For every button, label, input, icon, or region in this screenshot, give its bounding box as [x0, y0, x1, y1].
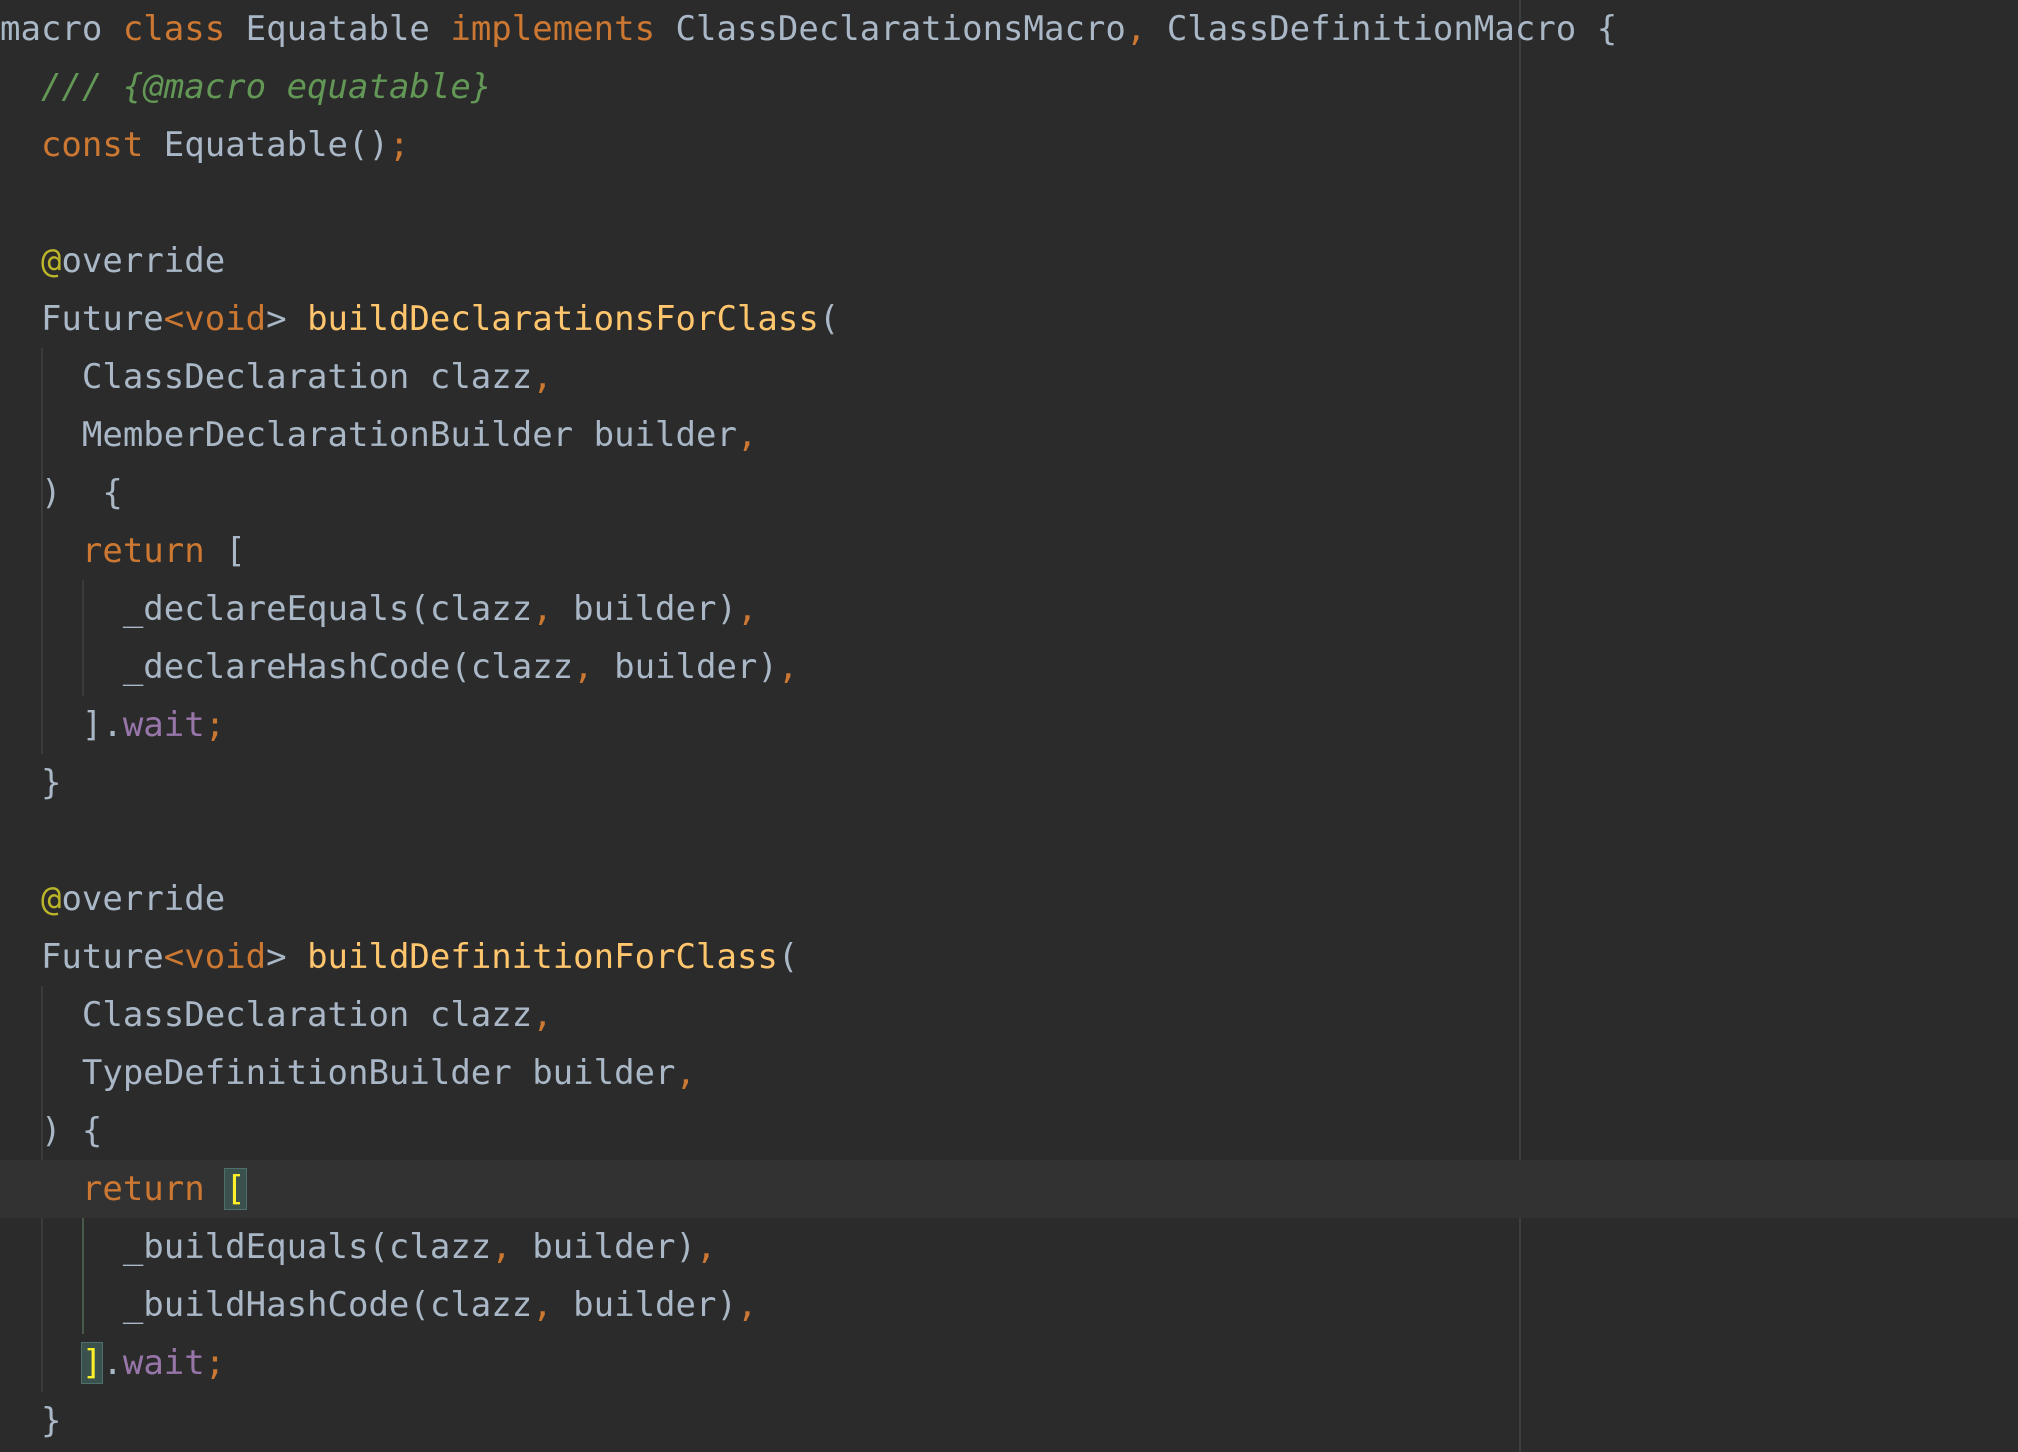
code-line[interactable]: MemberDeclarationBuilder builder, [0, 406, 2018, 464]
code-token: , [736, 589, 758, 629]
code-token: } [0, 763, 62, 803]
code-token: builder) [614, 647, 778, 687]
code-line[interactable]: const Equatable(); [0, 116, 2018, 174]
code-editor[interactable]: macro class Equatable implements ClassDe… [0, 0, 2018, 1452]
code-token: ClassDeclaration clazz [0, 357, 533, 397]
code-token: , [696, 1227, 717, 1267]
code-line[interactable]: Future<void> buildDefinitionForClass( [0, 928, 2018, 986]
code-token: ClassDefinitionMacro { [1166, 9, 1618, 49]
code-token: , [1125, 9, 1167, 49]
code-token: , [675, 1053, 696, 1093]
code-token: , [532, 1285, 574, 1325]
code-token: override [61, 241, 226, 281]
code-line[interactable]: _buildEquals(clazz, builder), [0, 1218, 2018, 1276]
code-token: , [532, 589, 574, 629]
code-token: } [0, 1401, 62, 1441]
code-line[interactable]: TypeDefinitionBuilder builder, [0, 1044, 2018, 1102]
code-token: wait [122, 705, 205, 745]
code-token: > [266, 299, 308, 339]
code-token: ; [204, 705, 226, 745]
code-token: _buildEquals(clazz [0, 1227, 492, 1267]
code-token: _declareHashCode(clazz [0, 647, 574, 687]
code-token: macro [0, 9, 123, 49]
code-token: . [102, 1343, 123, 1383]
code-token: Future [0, 937, 164, 977]
code-token: ) { [0, 473, 123, 513]
code-line[interactable]: /// {@macro equatable} [0, 58, 2018, 116]
code-line[interactable] [0, 174, 2018, 232]
code-token: implements [450, 9, 676, 49]
code-line[interactable]: macro class Equatable implements ClassDe… [0, 0, 2018, 58]
code-line[interactable]: return [ [0, 1160, 2018, 1218]
code-token: ( [777, 937, 799, 977]
code-token: override [61, 879, 226, 919]
code-line[interactable]: Future<void> buildDeclarationsForClass( [0, 290, 2018, 348]
code-line[interactable]: ].wait; [0, 696, 2018, 754]
code-line[interactable]: ClassDeclaration clazz, [0, 986, 2018, 1044]
code-line[interactable]: } [0, 754, 2018, 812]
code-token: , [491, 1227, 533, 1267]
code-token: , [573, 647, 615, 687]
code-token: return [81, 531, 226, 571]
code-token: ]. [0, 705, 123, 745]
code-token: , [736, 1285, 758, 1325]
code-line[interactable]: @override [0, 870, 2018, 928]
code-token: <void [163, 937, 267, 977]
code-token: Equatable [245, 9, 451, 49]
code-token: ClassDeclaration clazz [0, 995, 533, 1035]
code-token: TypeDefinitionBuilder builder [0, 1053, 676, 1093]
code-token: ClassDeclarationsMacro [675, 9, 1126, 49]
matched-bracket: ] [80, 1342, 104, 1384]
code-token: builder) [532, 1227, 696, 1267]
code-line[interactable]: ClassDeclaration clazz, [0, 348, 2018, 406]
matched-bracket: [ [224, 1168, 247, 1210]
code-token: const [40, 125, 164, 165]
code-token: class [122, 9, 246, 49]
code-token: > [266, 937, 308, 977]
code-token: /// {@macro equatable} [40, 67, 492, 107]
code-token: Future [0, 299, 164, 339]
code-line[interactable]: @override [0, 232, 2018, 290]
code-token: ) { [0, 1111, 103, 1151]
code-line[interactable] [0, 812, 2018, 870]
code-token: buildDefinitionForClass [307, 937, 778, 977]
code-token: @ [40, 241, 62, 281]
code-token: ; [204, 1343, 226, 1383]
code-line[interactable]: _declareEquals(clazz, builder), [0, 580, 2018, 638]
code-line[interactable]: ) { [0, 1102, 2018, 1160]
code-token: builder) [573, 1285, 737, 1325]
code-token: wait [122, 1343, 205, 1383]
code-line[interactable]: _buildHashCode(clazz, builder), [0, 1276, 2018, 1334]
code-line[interactable]: ) { [0, 464, 2018, 522]
code-token: buildDeclarationsForClass [307, 299, 819, 339]
code-token: , [777, 647, 799, 687]
code-line[interactable]: _declareHashCode(clazz, builder), [0, 638, 2018, 696]
code-line[interactable]: return [ [0, 522, 2018, 580]
code-token: _declareEquals(clazz [0, 589, 533, 629]
code-token: builder) [573, 589, 737, 629]
code-token: MemberDeclarationBuilder builder [0, 415, 737, 455]
code-token: , [736, 415, 758, 455]
code-token: ; [388, 125, 410, 165]
code-token: ( [818, 299, 840, 339]
code-token: , [532, 995, 553, 1035]
code-token: , [532, 357, 553, 397]
code-token: @ [40, 879, 62, 919]
code-token: <void [163, 299, 267, 339]
code-token: [ [225, 531, 246, 571]
code-token: Equatable() [163, 125, 389, 165]
code-token: return [81, 1169, 226, 1209]
code-token: _buildHashCode(clazz [0, 1285, 533, 1325]
code-line[interactable]: } [0, 1392, 2018, 1450]
code-line[interactable]: ].wait; [0, 1334, 2018, 1392]
